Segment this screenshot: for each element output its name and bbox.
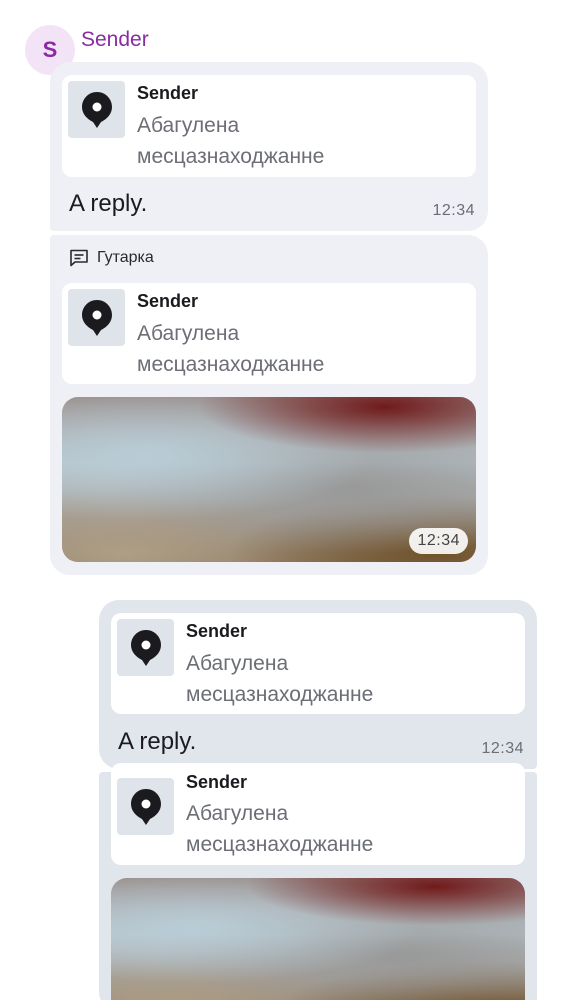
reply-quote[interactable]: Sender Абагулена месцазнаходжанне bbox=[111, 613, 525, 714]
quote-text: Абагулена месцазнаходжанне bbox=[137, 114, 325, 168]
quote-sender: Sender bbox=[186, 621, 248, 641]
location-pin-icon bbox=[130, 788, 161, 825]
media-image[interactable]: 12:34 bbox=[62, 397, 476, 562]
location-thumbnail bbox=[117, 778, 174, 835]
reply-quote[interactable]: Sender Абагулена месцазнаходжанне bbox=[111, 763, 525, 865]
quote-sender: Sender bbox=[137, 83, 199, 103]
message-text: A reply. bbox=[118, 728, 197, 755]
quote-text: Абагулена месцазнаходжанне bbox=[137, 322, 325, 376]
quote-text: Абагулена месцазнаходжанне bbox=[186, 652, 374, 706]
thread-summary[interactable]: Гутарка bbox=[69, 249, 154, 267]
reply-quote[interactable]: Sender Абагулена месцазнаходжанне bbox=[62, 75, 476, 177]
quote-sender: Sender bbox=[186, 772, 248, 792]
message-time: 12:34 bbox=[481, 740, 524, 757]
location-pin-icon bbox=[130, 629, 161, 666]
message-bubble[interactable]: Sender Абагулена месцазнаходжанне A repl… bbox=[50, 62, 488, 231]
location-pin-icon bbox=[81, 299, 112, 336]
thread-label: Гутарка bbox=[97, 249, 154, 266]
media-time: 12:34 bbox=[409, 528, 468, 554]
reply-quote[interactable]: Sender Абагулена месцазнаходжанне bbox=[62, 283, 476, 384]
message-text: A reply. bbox=[69, 190, 148, 217]
quote-text: Абагулена месцазнаходжанне bbox=[186, 802, 374, 856]
message-bubble[interactable]: Sender Абагулена месцазнаходжанне A repl… bbox=[99, 600, 537, 769]
location-pin-icon bbox=[81, 91, 112, 128]
location-thumbnail bbox=[117, 619, 174, 676]
avatar-initial: S bbox=[42, 37, 58, 62]
sender-name[interactable]: Sender bbox=[81, 28, 149, 52]
message-time: 12:34 bbox=[432, 202, 475, 219]
location-thumbnail bbox=[68, 81, 125, 138]
quote-sender: Sender bbox=[137, 291, 199, 311]
blurred-image-preview bbox=[111, 878, 525, 1000]
media-image[interactable] bbox=[111, 878, 525, 1000]
location-thumbnail bbox=[68, 289, 125, 346]
thread-icon bbox=[70, 249, 88, 267]
